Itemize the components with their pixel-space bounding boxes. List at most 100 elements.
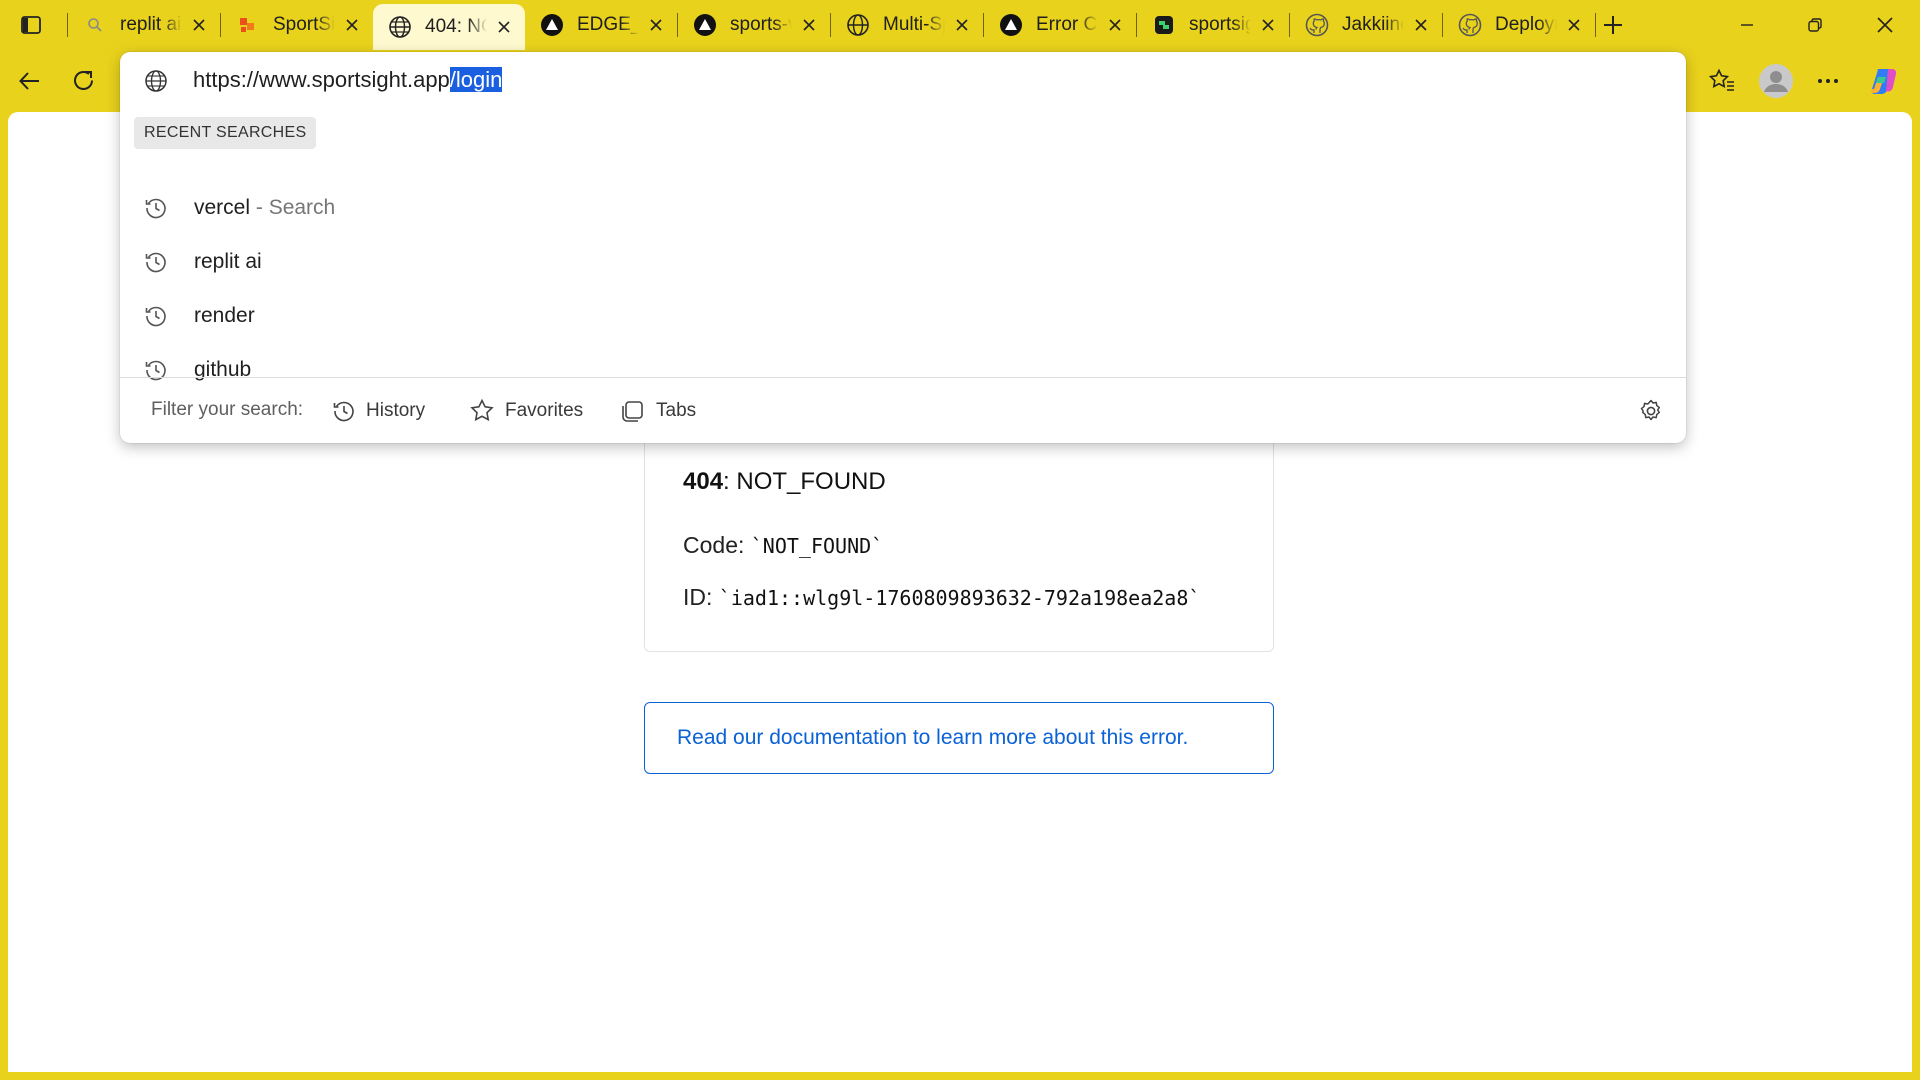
restore-icon (1808, 18, 1822, 32)
filter-history-button[interactable]: History (332, 395, 425, 427)
search-icon (82, 12, 108, 38)
favorites-button[interactable] (1702, 61, 1742, 101)
url-text[interactable]: https://www.sportsight.app/login (193, 67, 503, 93)
vercel-triangle-icon (692, 12, 718, 38)
tab-title: Jakkiinc (1342, 14, 1404, 35)
vercel-triangle-icon (539, 12, 565, 38)
plus-icon (1604, 16, 1622, 34)
tab-sports-vision[interactable]: sports-vision (678, 0, 830, 50)
documentation-box: Read our documentation to learn more abo… (644, 702, 1274, 774)
close-icon[interactable] (645, 14, 667, 36)
close-icon[interactable] (1104, 14, 1126, 36)
error-card: 404: NOT_FOUND Code: `NOT_FOUND` ID: `ia… (644, 434, 1274, 652)
suggestion-render[interactable]: render (120, 289, 1686, 343)
minimize-button[interactable] (1714, 0, 1780, 50)
error-status-text: : NOT_FOUND (723, 468, 886, 495)
suggestion-query: replit ai (194, 250, 262, 273)
tab-deployments[interactable]: Deployments (1443, 0, 1595, 50)
more-menu-button[interactable] (1808, 61, 1848, 101)
copilot-button[interactable] (1864, 61, 1904, 101)
gear-icon[interactable] (1638, 398, 1664, 424)
globe-icon (845, 12, 871, 38)
close-icon[interactable] (951, 14, 973, 36)
globe-icon (145, 70, 167, 92)
avatar (1759, 64, 1793, 98)
tab-title: Error Codes (1036, 14, 1098, 35)
filter-history-label: History (366, 400, 426, 421)
history-icon (145, 306, 166, 327)
tab-title: sportsight (1189, 14, 1251, 35)
close-icon[interactable] (188, 14, 210, 36)
search-filter-bar: Filter your search: History Favorites Ta… (120, 378, 1686, 443)
filter-favorites-label: Favorites (505, 400, 584, 421)
url-selected-text: /login (449, 67, 503, 92)
tab-jakkiinc[interactable]: Jakkiinc (1290, 0, 1442, 50)
tab-multi-sport[interactable]: Multi-Sport (831, 0, 983, 50)
tab-title: replit ai (120, 14, 182, 35)
close-icon[interactable] (1257, 14, 1279, 36)
suggestion-query: vercel (194, 196, 251, 219)
tab-title: EDGE_FUNCTION (577, 14, 639, 35)
vercel-triangle-icon (998, 12, 1024, 38)
filter-tabs-label: Tabs (656, 400, 697, 421)
copilot-icon (1871, 69, 1897, 94)
tab-title: sports-vision (730, 14, 792, 35)
filter-label: Filter your search: (151, 399, 304, 420)
history-icon (333, 401, 354, 422)
favorites-star-icon (1708, 68, 1734, 91)
filter-favorites-button[interactable]: Favorites (469, 395, 583, 427)
error-status-code: 404 (683, 468, 724, 495)
globe-icon (387, 14, 413, 40)
close-icon[interactable] (1563, 14, 1585, 36)
suggestion-replit-ai[interactable]: replit ai (120, 235, 1686, 289)
error-code-value: `NOT_FOUND` (750, 534, 884, 558)
close-icon[interactable] (1410, 14, 1432, 36)
close-icon (1877, 17, 1893, 33)
sportsight-favicon-icon (235, 12, 261, 38)
address-bar[interactable]: https://www.sportsight.app/login (120, 52, 1686, 108)
close-icon[interactable] (493, 16, 515, 38)
tab-title: 404: NOT_FOUND (425, 16, 487, 37)
tab-404-not-found[interactable]: 404: NOT_FOUND (373, 4, 525, 50)
close-icon[interactable] (341, 14, 363, 36)
error-id-label: ID: (683, 584, 713, 610)
filter-tabs-button[interactable]: Tabs (620, 395, 696, 427)
tab-sportsight[interactable]: SportSight (221, 0, 373, 50)
suggestion-suffix: - Search (250, 196, 336, 219)
tab-title: SportSight (273, 14, 335, 35)
error-code-label: Code: (683, 532, 745, 558)
github-icon (1304, 12, 1330, 38)
new-tab-button[interactable] (1596, 8, 1630, 42)
suggestion-query: render (194, 304, 255, 327)
tab-strip: replit ai SportSight 404: NOT_FOUND EDGE… (0, 0, 1920, 50)
close-window-button[interactable] (1852, 0, 1918, 50)
close-icon[interactable] (798, 14, 820, 36)
recent-searches-label: RECENT SEARCHES (134, 117, 317, 149)
restore-button[interactable] (1782, 0, 1848, 50)
tab-replit-ai[interactable]: replit ai (68, 0, 220, 50)
tab-edge-function[interactable]: EDGE_FUNCTION (525, 0, 677, 50)
suggestion-vercel[interactable]: vercel - Search (120, 181, 1686, 235)
back-button[interactable] (10, 61, 50, 101)
refresh-button[interactable] (64, 61, 104, 101)
history-icon (145, 252, 166, 273)
profile-button[interactable] (1756, 61, 1796, 101)
back-arrow-icon (19, 72, 39, 90)
sidebar-toggle-icon[interactable] (16, 10, 46, 40)
tab-sportsight-replit[interactable]: sportsight (1137, 0, 1289, 50)
tab-title: Multi-Sport (883, 14, 945, 35)
error-code-line: Code: `NOT_FOUND` (683, 532, 883, 559)
address-bar-dropdown: https://www.sportsight.app/login RECENT … (120, 52, 1686, 443)
tabs-icon (622, 401, 643, 422)
documentation-link[interactable]: Read our documentation to learn more abo… (677, 726, 1188, 750)
minimize-icon (1741, 24, 1753, 26)
ellipsis-icon (1818, 79, 1838, 83)
refresh-icon (74, 71, 93, 90)
error-title: 404: NOT_FOUND (683, 468, 886, 496)
star-icon (470, 398, 494, 422)
github-icon (1457, 12, 1483, 38)
tab-error-codes[interactable]: Error Codes (984, 0, 1136, 50)
suggestion-text: vercel - Search (194, 196, 335, 220)
replit-icon (1151, 12, 1177, 38)
url-prefix: https://www.sportsight.app (193, 67, 450, 92)
